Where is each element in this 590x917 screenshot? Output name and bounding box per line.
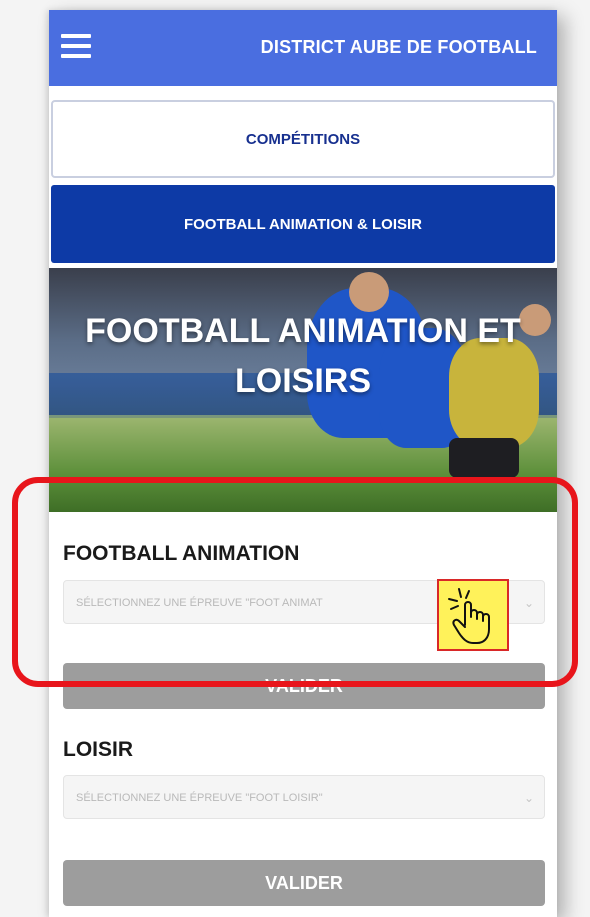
select-placeholder: SÉLECTIONNEZ UNE ÉPREUVE "FOOT ANIMAT (76, 597, 323, 609)
hero-title-line: FOOTBALL ANIMATION ET (85, 312, 521, 350)
header-bar: DISTRICT AUBE DE FOOTBALL (49, 10, 557, 86)
tab-competitions[interactable]: COMPÉTITIONS (51, 100, 555, 178)
hamburger-menu-icon[interactable] (61, 34, 91, 58)
section-title-animation: FOOTBALL ANIMATION (63, 542, 300, 565)
section-title-loisir: LOISIR (63, 738, 134, 761)
select-placeholder: SÉLECTIONNEZ UNE ÉPREUVE "FOOT LOISIR" (76, 792, 323, 804)
hero-player-shorts (449, 438, 519, 478)
hero-title-line: LOISIRS (234, 362, 372, 400)
animation-validate-button[interactable]: VALIDER (63, 663, 545, 709)
tab-football-animation-loisir[interactable]: FOOTBALL ANIMATION & LOISIR (51, 185, 555, 263)
chevron-down-icon: ⌄ (523, 596, 534, 610)
loisir-validate-button[interactable]: VALIDER (63, 860, 545, 906)
mobile-page: DISTRICT AUBE DE FOOTBALL COMPÉTITIONS F… (49, 10, 557, 917)
hero-banner: FOOTBALL ANIMATION ET LOISIRS (49, 268, 557, 512)
hero-title: FOOTBALL ANIMATION ET LOISIRS (49, 306, 557, 406)
site-title: DISTRICT AUBE DE FOOTBALL (260, 37, 537, 57)
chevron-down-icon: ⌄ (523, 791, 534, 805)
hand-pointer-click-icon (437, 579, 509, 651)
loisir-epreuve-select[interactable]: SÉLECTIONNEZ UNE ÉPREUVE "FOOT LOISIR" ⌄ (63, 775, 545, 819)
